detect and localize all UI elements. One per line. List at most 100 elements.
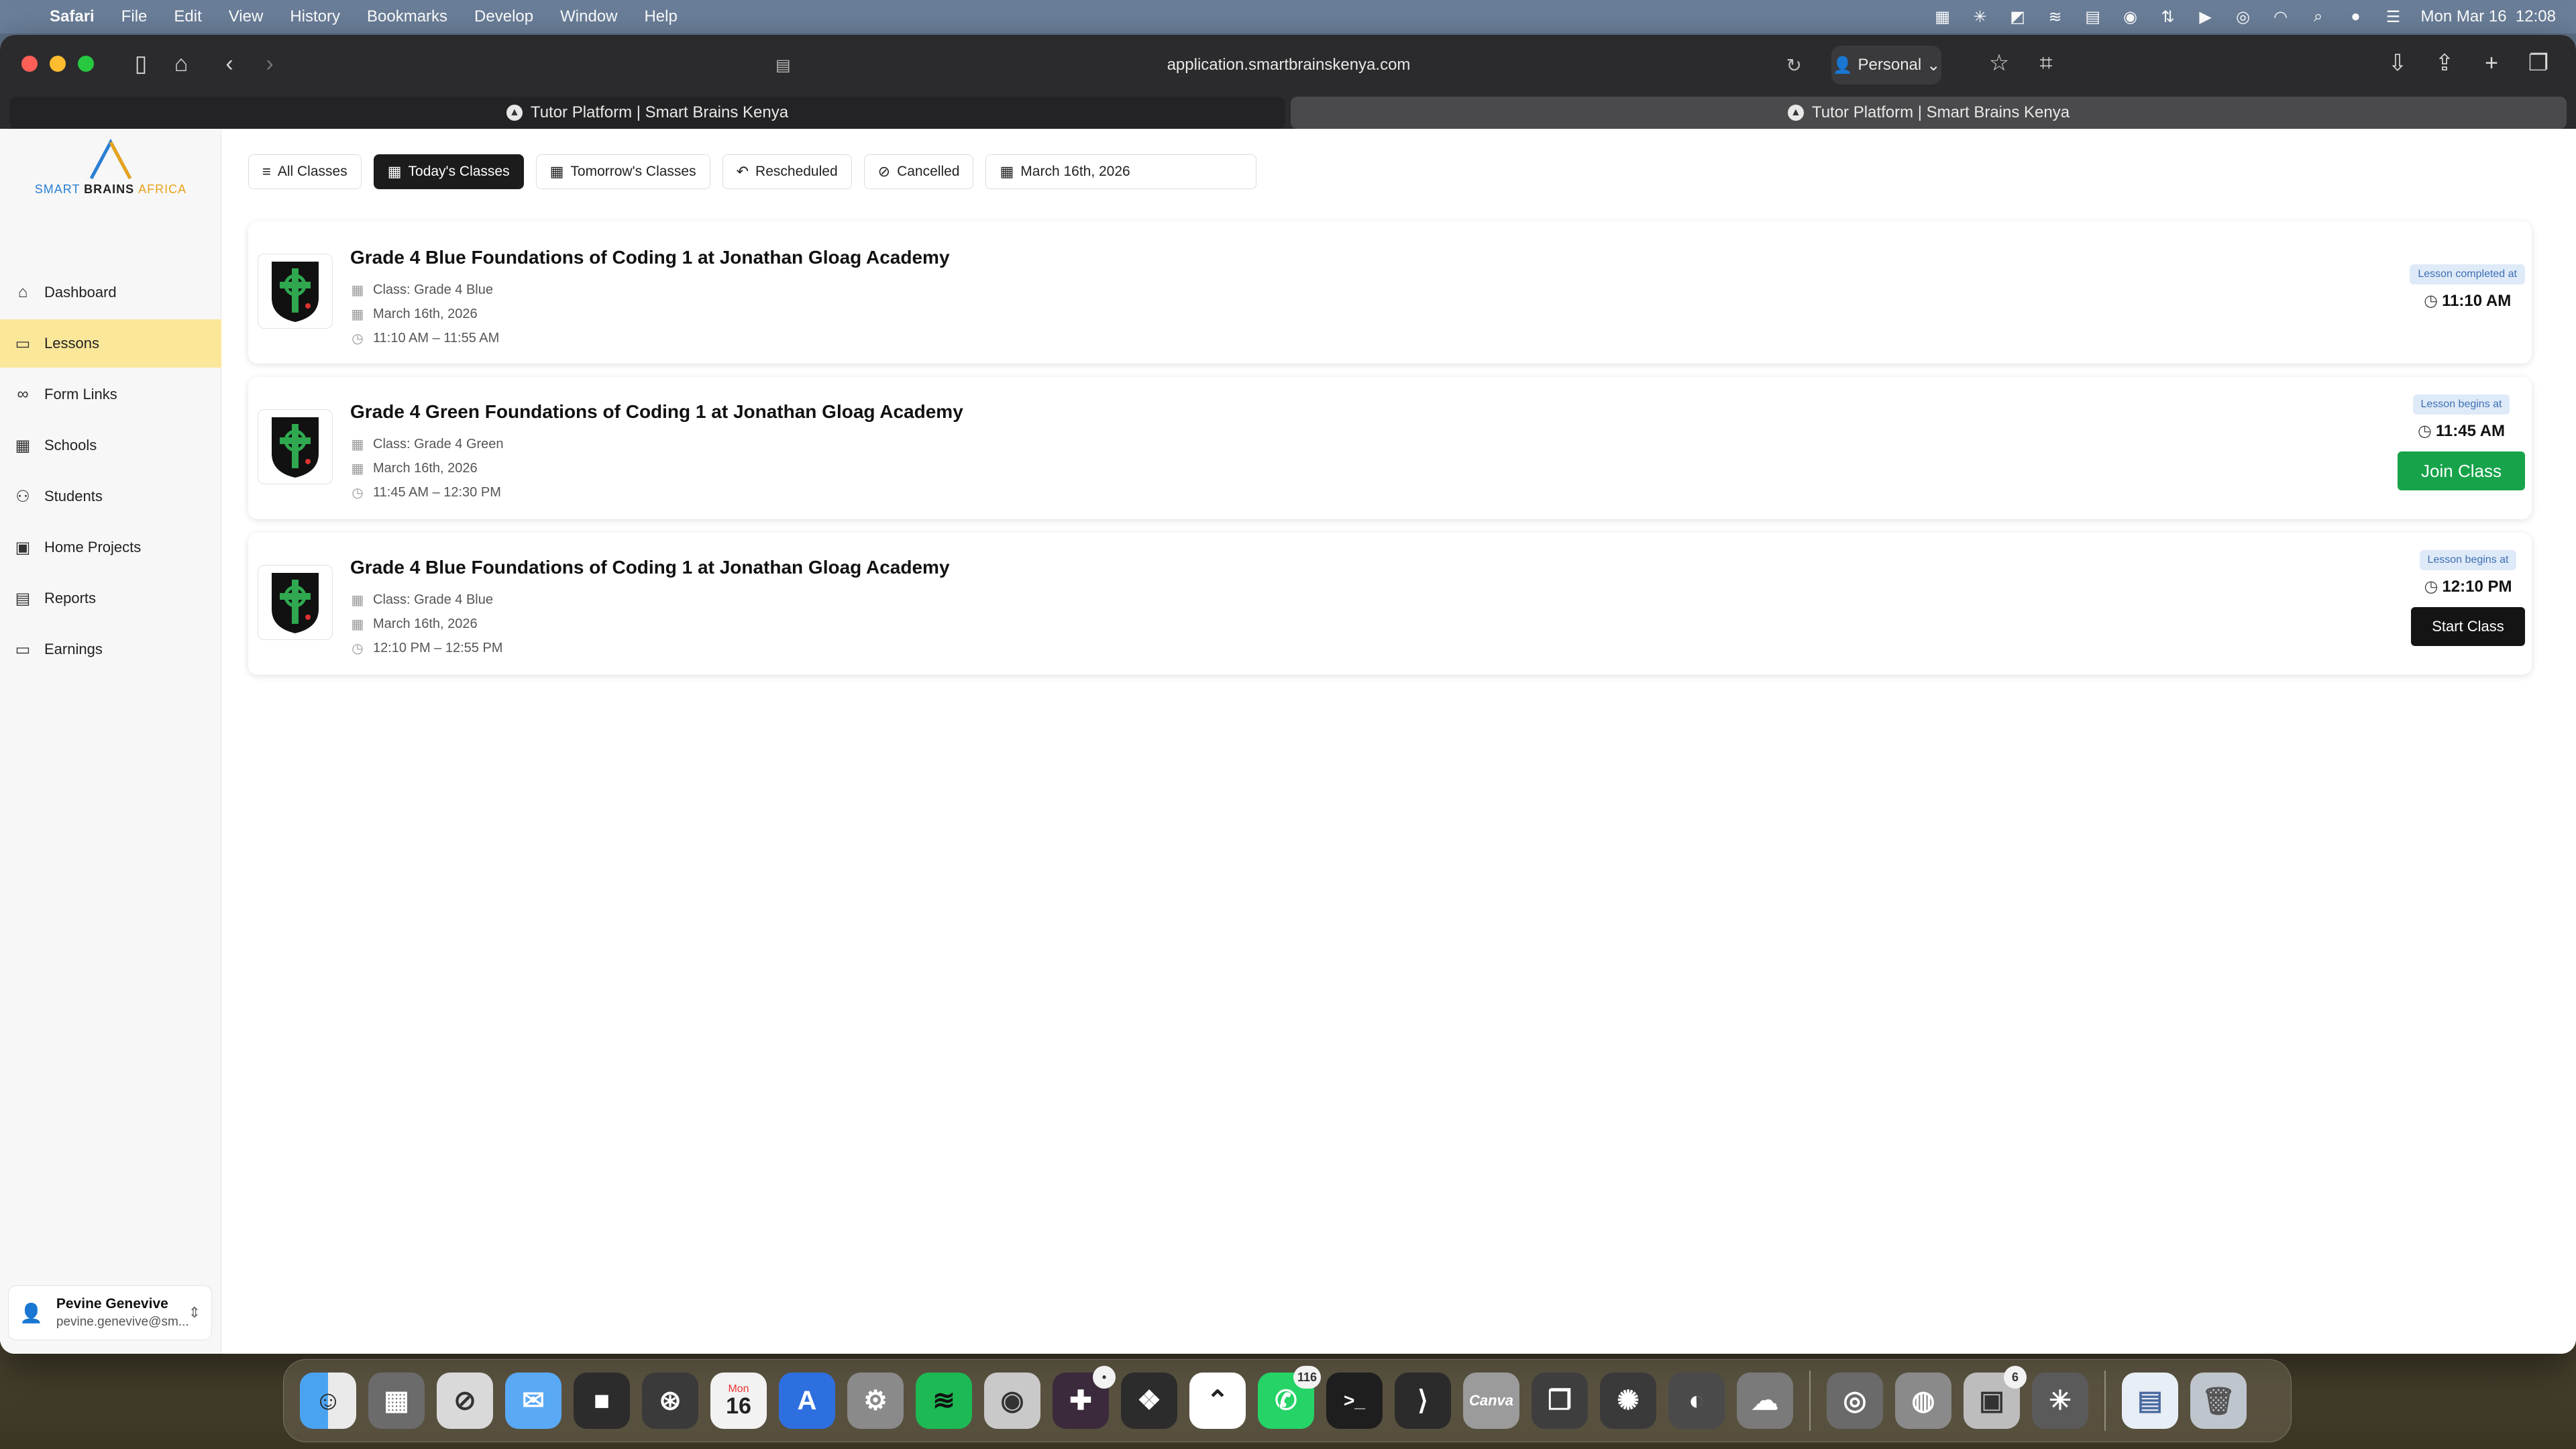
menu-file[interactable]: File [121,7,148,26]
grid-status-icon[interactable]: ▦ [1933,7,1953,27]
sidebar-toggle-icon[interactable]: ▯ [121,44,161,84]
back-button-icon[interactable]: ‹ [209,44,250,84]
sidebar-nav: ⌂ Dashboard ▭ Lessons ∞ Form Links ▦ Sch… [0,268,221,676]
menu-view[interactable]: View [229,7,264,26]
chatgpt-icon[interactable]: ✺ [1600,1373,1656,1429]
equalizer-status-icon[interactable]: ≋ [2045,7,2065,27]
menubar-clock[interactable]: Mon Mar 16 12:08 [2421,7,2556,26]
tab-overview-icon[interactable]: ❐ [2518,43,2559,83]
downloads-stack-icon[interactable]: ▤ [2122,1373,2178,1429]
edge-icon[interactable]: ◐ [1668,1373,1725,1429]
share-icon[interactable]: ⇪ [2424,43,2465,83]
sidebar-item-dashboard[interactable]: ⌂ Dashboard [0,268,221,317]
lesson-card[interactable]: Grade 4 Blue Foundations of Coding 1 at … [248,221,2532,364]
control-center-icon[interactable]: ☰ [2383,7,2404,27]
preview-app-icon[interactable]: ◍ [1895,1373,1951,1429]
calendar-app-icon[interactable]: Mon 16 [710,1373,767,1429]
canva-icon[interactable]: Canva [1463,1373,1519,1429]
siri-icon[interactable]: ● [2346,7,2366,27]
user-status-icon[interactable]: ◎ [2233,7,2253,27]
vscode-icon[interactable]: ⟩ [1395,1373,1451,1429]
class-filter-bar: ≡ All Classes ▦ Today's Classes ▦ Tomorr… [248,154,1257,189]
logo-wordmark: SMART BRAINS AFRICA [34,182,187,196]
figma-icon[interactable]: ❖ [1121,1373,1177,1429]
finder-icon[interactable]: ☺ [300,1373,356,1429]
app-status-icon[interactable]: ◩ [2008,7,2028,27]
safari-icon[interactable]: ⊘ [437,1373,493,1429]
sidebar-item-form-links[interactable]: ∞ Form Links [0,370,221,419]
filter-todays-classes[interactable]: ▦ Today's Classes [373,154,524,189]
user-account-menu[interactable]: 👤 Pevine Genevive pevine.genevive@sm... … [8,1285,212,1340]
join-class-button[interactable]: Join Class [2398,451,2525,490]
play-status-icon[interactable]: ▶ [2196,7,2216,27]
whatsapp-icon[interactable]: ✆ 116 [1258,1366,1321,1429]
disk-utility-icon[interactable]: ◎ [1827,1373,1883,1429]
profile-switcher[interactable]: 👤 Personal ⌄ [1831,46,1941,85]
filter-cancelled[interactable]: ⊘ Cancelled [863,154,974,189]
maps-icon[interactable]: ⊛ [642,1373,698,1429]
close-window-button[interactable] [21,56,38,72]
menu-help[interactable]: Help [644,7,677,26]
menu-bookmarks[interactable]: Bookmarks [367,7,447,26]
sparkle-status-icon[interactable]: ✳ [1970,7,1990,27]
menu-window[interactable]: Window [560,7,617,26]
school-crest-icon [258,565,333,640]
address-bar[interactable]: ▤ application.smartbrainskenya.com ↻ [766,46,1811,85]
clock-icon: ◷ [352,331,364,346]
chrome-icon[interactable]: ◉ [984,1373,1040,1429]
app-store-icon[interactable]: A [779,1373,835,1429]
filter-label: Rescheduled [755,164,838,179]
menu-develop[interactable]: Develop [474,7,533,26]
start-class-button[interactable]: Start Class [2411,607,2525,646]
calendar-status-icon[interactable]: ▤ [2083,7,2103,27]
browser-tab-active[interactable]: ▲ Tutor Platform | Smart Brains Kenya [1291,97,2567,129]
trash-icon[interactable]: 🗑 [2190,1373,2247,1429]
menu-history[interactable]: History [290,7,340,26]
date-picker[interactable]: ▦ March 16th, 2026 [985,154,1257,189]
facetime-icon[interactable]: ■ [574,1373,630,1429]
perplexity-icon[interactable]: ✳ [2032,1373,2088,1429]
launchpad-icon[interactable]: ▦ [368,1373,425,1429]
smart-brains-app-icon[interactable]: ⌃ [1189,1373,1246,1429]
wifi-icon[interactable]: ◠ [2271,7,2291,27]
lesson-class-text: Class: Grade 4 Blue [373,592,493,607]
cloud-app-icon[interactable]: ☁ [1737,1373,1793,1429]
lesson-card[interactable]: Grade 4 Blue Foundations of Coding 1 at … [248,533,2532,675]
minimize-window-button[interactable] [50,56,66,72]
extension-icon[interactable]: ⌗ [2026,43,2066,83]
filter-label: All Classes [277,164,347,179]
bookmark-star-icon[interactable]: ☆ [1979,43,2019,83]
browser-tab[interactable]: ▲ Tutor Platform | Smart Brains Kenya [9,97,1285,129]
filter-all-classes[interactable]: ≡ All Classes [248,154,362,189]
sync-status-icon[interactable]: ⇅ [2158,7,2178,27]
reload-icon[interactable]: ↻ [1786,54,1802,76]
mail-icon[interactable]: ✉ [505,1373,561,1429]
downloads-icon[interactable]: ⇩ [2377,43,2418,83]
filter-tomorrows-classes[interactable]: ▦ Tomorrow's Classes [535,154,710,189]
archive-app-icon[interactable]: ▣ 6 [1964,1366,2027,1429]
zoom-window-button[interactable] [78,56,94,72]
home-button-icon[interactable]: ⌂ [161,44,201,84]
spotify-icon[interactable]: ≋ [916,1373,972,1429]
sidebar-item-lessons[interactable]: ▭ Lessons [0,319,221,368]
forward-button-icon[interactable]: › [250,44,290,84]
notes-app-icon[interactable]: ❒ [1532,1373,1588,1429]
menu-app-safari[interactable]: Safari [50,7,95,26]
notification-status-icon[interactable]: ◉ [2121,7,2141,27]
sidebar-item-home-projects[interactable]: ▣ Home Projects [0,523,221,572]
menu-edit[interactable]: Edit [174,7,201,26]
sidebar-item-reports[interactable]: ▤ Reports [0,574,221,623]
slack-icon[interactable]: ✚ • [1053,1366,1116,1429]
new-tab-icon[interactable]: + [2471,43,2512,83]
terminal-icon[interactable]: >_ [1326,1373,1383,1429]
system-settings-icon[interactable]: ⚙ [847,1373,904,1429]
sidebar-item-earnings[interactable]: ▭ Earnings [0,625,221,674]
spotlight-search-icon[interactable]: ⌕ [2308,7,2328,27]
sidebar-item-schools[interactable]: ▦ Schools [0,421,221,470]
lesson-card[interactable]: Grade 4 Green Foundations of Coding 1 at… [248,377,2532,519]
filter-rescheduled[interactable]: ↶ Rescheduled [722,154,852,189]
sidebar-item-students[interactable]: ⚇ Students [0,472,221,521]
page-settings-icon[interactable]: ▤ [775,56,791,75]
smart-brains-logo[interactable]: SMART BRAINS AFRICA [34,138,188,212]
user-info: Pevine Genevive pevine.genevive@sm... [56,1296,189,1330]
